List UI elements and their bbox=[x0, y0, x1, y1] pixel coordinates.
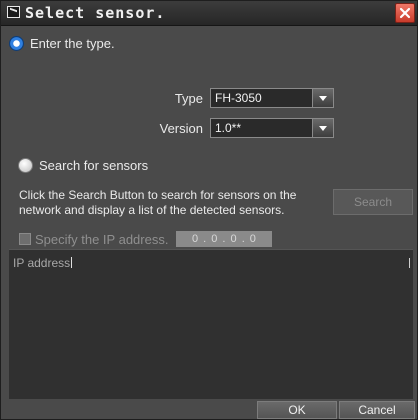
app-icon bbox=[7, 6, 20, 18]
type-label: Type bbox=[174, 91, 203, 106]
close-icon bbox=[399, 7, 411, 19]
enter-type-label: Enter the type. bbox=[30, 36, 115, 51]
ip-address-input[interactable]: 0 . 0 . 0 . 0 bbox=[176, 231, 273, 247]
ip-address-header-label: IP address bbox=[13, 256, 71, 270]
column-divider[interactable] bbox=[71, 257, 73, 268]
chevron-down-icon[interactable] bbox=[312, 119, 333, 137]
search-description: Click the Search Button to search for se… bbox=[19, 188, 297, 217]
version-value: 1.0** bbox=[215, 121, 242, 135]
scroll-marker bbox=[409, 258, 410, 268]
ip-filter-label: Specify the IP address. bbox=[35, 231, 169, 247]
dialog-title: Select sensor. bbox=[25, 4, 166, 22]
cancel-button[interactable]: Cancel bbox=[339, 401, 415, 419]
search-sensors-option[interactable]: Search for sensors bbox=[18, 158, 148, 173]
version-label: Version bbox=[159, 121, 203, 136]
version-combo[interactable]: 1.0** bbox=[210, 118, 334, 138]
ip-filter-row: Specify the IP address. 0 . 0 . 0 . 0 bbox=[19, 231, 273, 247]
title-bar[interactable]: Select sensor. bbox=[1, 1, 417, 26]
type-value: FH-3050 bbox=[215, 91, 262, 105]
select-sensor-dialog: Select sensor. Enter the type. Type FH-3… bbox=[0, 0, 418, 420]
chevron-down-icon[interactable] bbox=[312, 89, 333, 107]
enter-type-option[interactable]: Enter the type. bbox=[9, 36, 115, 51]
search-sensors-radio[interactable] bbox=[18, 158, 33, 173]
sensor-list[interactable]: IP address bbox=[9, 249, 413, 400]
type-combo[interactable]: FH-3050 bbox=[210, 88, 334, 108]
close-button[interactable] bbox=[395, 3, 415, 23]
ip-filter-checkbox[interactable] bbox=[19, 233, 31, 245]
ok-button[interactable]: OK bbox=[257, 401, 337, 419]
ip-address-column-header[interactable]: IP address bbox=[13, 256, 73, 270]
search-button[interactable]: Search bbox=[333, 189, 413, 215]
enter-type-radio[interactable] bbox=[9, 36, 24, 51]
search-sensors-label: Search for sensors bbox=[39, 158, 149, 173]
dialog-button-bar: OK Cancel bbox=[1, 399, 417, 419]
